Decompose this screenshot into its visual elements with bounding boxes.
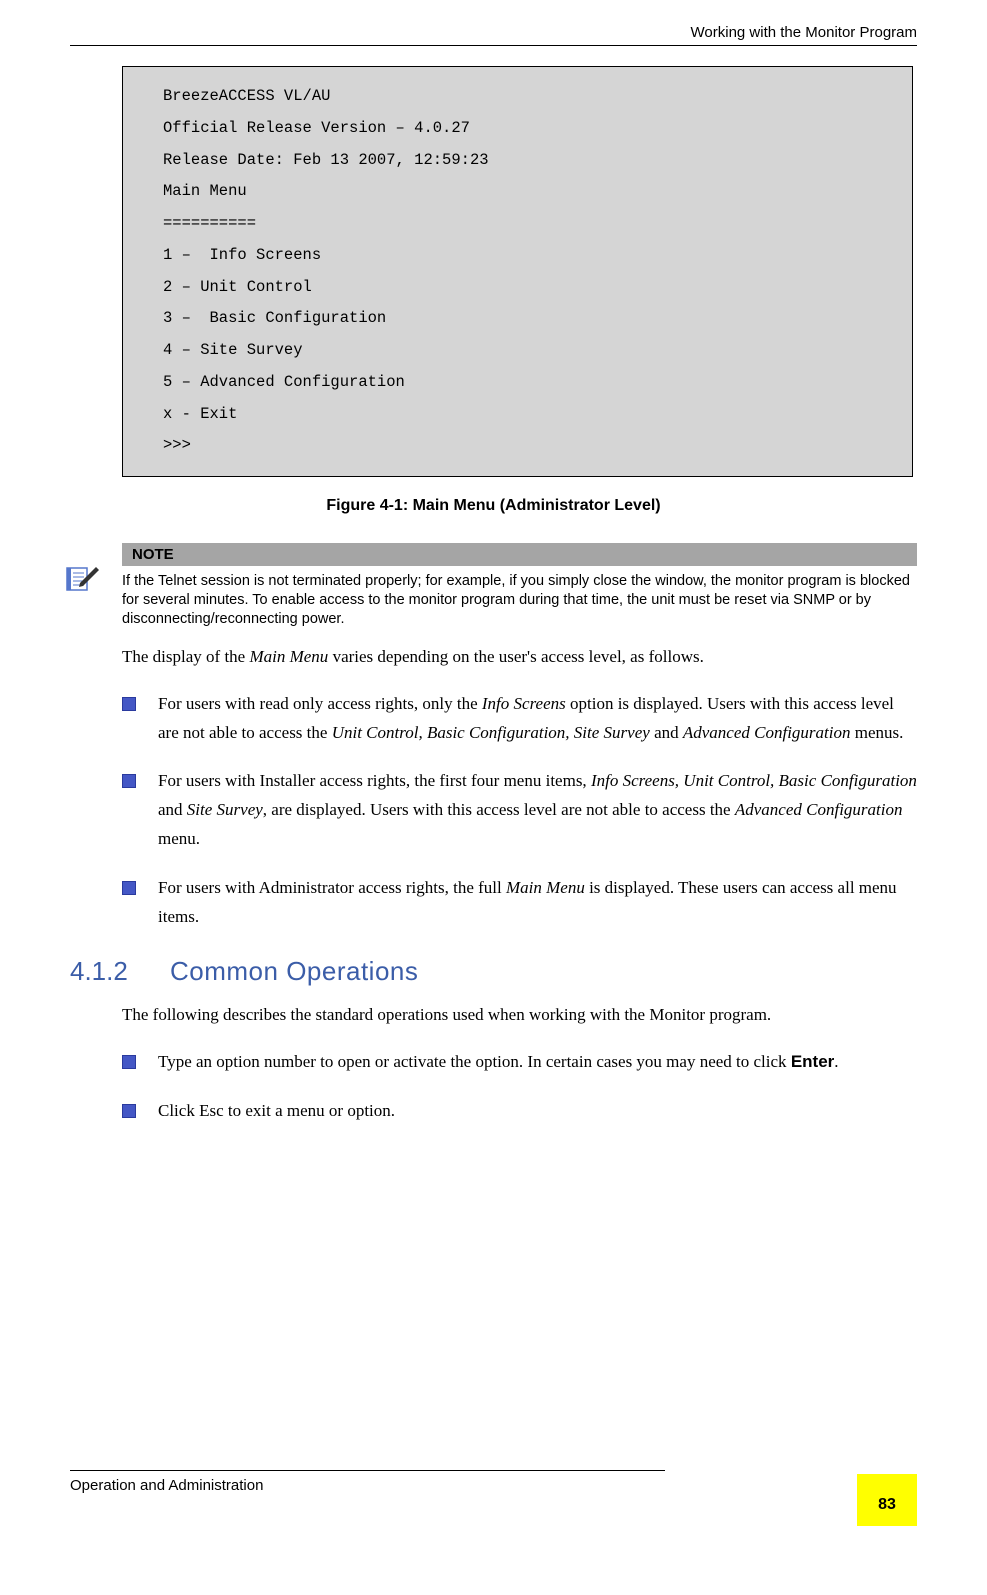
text-italic: Info Screens, Unit Control, Basic Config… (591, 771, 917, 790)
paragraph: The following describes the standard ope… (122, 1001, 917, 1030)
text-italic: Main Menu (506, 878, 585, 897)
list-item: Type an option number to open or activat… (122, 1048, 917, 1077)
text-italic: Site Survey (187, 800, 263, 819)
footer-rule (70, 1470, 665, 1471)
square-bullet-icon (122, 774, 136, 788)
text-run: For users with read only access rights, … (158, 694, 482, 713)
section-number: 4.1.2 (70, 956, 170, 987)
terminal-line: ========== (163, 214, 256, 232)
page-number: 83 (857, 1474, 917, 1526)
terminal-line: x - Exit (163, 405, 237, 423)
list-item: Click Esc to exit a menu or option. (122, 1097, 917, 1126)
square-bullet-icon (122, 1104, 136, 1118)
list-item: For users with Installer access rights, … (122, 767, 917, 854)
figure-caption: Figure 4-1: Main Menu (Administrator Lev… (70, 497, 917, 515)
note-icon (66, 565, 100, 593)
terminal-line: 2 – Unit Control (163, 278, 312, 296)
page-footer: Operation and Administration 83 (70, 1470, 917, 1494)
square-bullet-icon (122, 1055, 136, 1069)
bullet-list: For users with read only access rights, … (122, 690, 917, 932)
note-label: NOTE (122, 543, 917, 566)
terminal-line: 4 – Site Survey (163, 341, 303, 359)
text-italic: Unit Control, Basic Configuration, Site … (332, 723, 650, 742)
terminal-output: BreezeACCESS VL/AU Official Release Vers… (122, 66, 913, 477)
list-item: For users with read only access rights, … (122, 690, 917, 748)
text-italic: Info Screens (482, 694, 566, 713)
text-italic: Advanced Configuration (683, 723, 851, 742)
terminal-line: 3 – Basic Configuration (163, 309, 386, 327)
text-run: . (834, 1052, 838, 1071)
text-run: varies depending on the user's access le… (328, 647, 704, 666)
text-run: menus. (850, 723, 903, 742)
square-bullet-icon (122, 881, 136, 895)
text-run: For users with Installer access rights, … (158, 771, 591, 790)
text-run: and (158, 800, 187, 819)
text-run: Type an option number to open or activat… (158, 1052, 791, 1071)
bullet-list: Type an option number to open or activat… (122, 1048, 917, 1126)
footer-text: Operation and Administration (70, 1477, 917, 1494)
text-run: Click Esc to exit a menu or option. (158, 1101, 395, 1120)
text-run: and (650, 723, 683, 742)
paragraph: The display of the Main Menu varies depe… (122, 643, 917, 672)
text-bold: Enter (791, 1052, 834, 1071)
square-bullet-icon (122, 697, 136, 711)
terminal-line: BreezeACCESS VL/AU (163, 87, 330, 105)
text-italic: Main Menu (249, 647, 328, 666)
note-block: NOTE If the Telnet session is not termin… (122, 543, 917, 629)
section-title: Common Operations (170, 956, 418, 987)
text-italic: Advanced Configuration (735, 800, 903, 819)
running-header: Working with the Monitor Program (70, 24, 917, 46)
terminal-line: Main Menu (163, 182, 247, 200)
text-run: menu. (158, 829, 200, 848)
terminal-line: 1 – Info Screens (163, 246, 321, 264)
terminal-line: Release Date: Feb 13 2007, 12:59:23 (163, 151, 489, 169)
terminal-line: >>> (163, 436, 191, 454)
text-run: For users with Administrator access righ… (158, 878, 506, 897)
section-heading: 4.1.2Common Operations (70, 956, 917, 987)
text-run: , are displayed. Users with this access … (263, 800, 735, 819)
list-item: For users with Administrator access righ… (122, 874, 917, 932)
terminal-line: Official Release Version – 4.0.27 (163, 119, 470, 137)
note-body: If the Telnet session is not terminated … (122, 566, 917, 629)
text-run: The display of the (122, 647, 249, 666)
terminal-line: 5 – Advanced Configuration (163, 373, 405, 391)
